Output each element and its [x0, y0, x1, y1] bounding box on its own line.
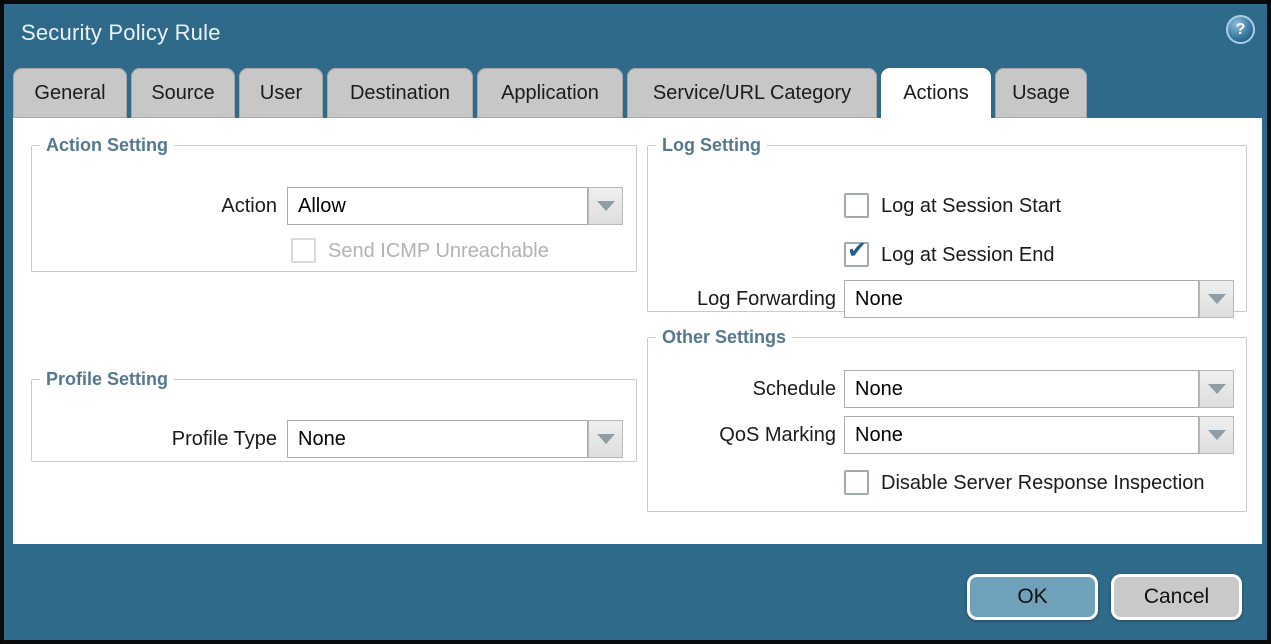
other-settings-legend: Other Settings — [656, 328, 792, 346]
schedule-dropdown-button[interactable] — [1199, 370, 1234, 408]
tab-usage[interactable]: Usage — [995, 68, 1087, 118]
tab-source[interactable]: Source — [131, 68, 235, 118]
question-mark-icon: ? — [1236, 21, 1246, 39]
ok-button[interactable]: OK — [967, 574, 1098, 620]
dropdown-arrow-icon — [597, 201, 615, 211]
log-at-session-start-checkbox[interactable] — [844, 193, 869, 218]
cancel-button[interactable]: Cancel — [1111, 574, 1242, 620]
send-icmp-unreachable-label: Send ICMP Unreachable — [328, 238, 549, 264]
log-setting-legend: Log Setting — [656, 136, 767, 154]
tab-user[interactable]: User — [239, 68, 323, 118]
log-forwarding-label: Log Forwarding — [648, 280, 836, 318]
profile-type-dropdown[interactable]: None — [287, 420, 588, 458]
disable-server-response-inspection-checkbox[interactable] — [844, 470, 869, 495]
schedule-label: Schedule — [648, 370, 836, 408]
qos-marking-label: QoS Marking — [648, 416, 836, 454]
profile-setting-legend: Profile Setting — [40, 370, 174, 388]
action-dropdown[interactable]: Allow — [287, 187, 588, 225]
help-button[interactable]: ? — [1226, 15, 1255, 44]
action-setting-legend: Action Setting — [40, 136, 174, 154]
profile-type-label: Profile Type — [32, 420, 277, 458]
security-policy-rule-dialog: Security Policy Rule ? General Source Us… — [0, 0, 1271, 644]
log-at-session-start-label: Log at Session Start — [881, 193, 1061, 219]
schedule-dropdown[interactable]: None — [844, 370, 1199, 408]
send-icmp-unreachable-checkbox[interactable] — [291, 238, 316, 263]
log-forwarding-dropdown-button[interactable] — [1199, 280, 1234, 318]
dialog-title: Security Policy Rule — [21, 20, 221, 46]
action-label: Action — [32, 187, 277, 225]
log-setting-section: Log Setting Log at Session Start ✔ Log a… — [647, 136, 1247, 312]
tab-destination[interactable]: Destination — [327, 68, 473, 118]
profile-setting-section: Profile Setting Profile Type None — [31, 370, 637, 462]
tab-service-url-category[interactable]: Service/URL Category — [627, 68, 877, 118]
action-setting-section: Action Setting Action Allow Send ICMP Un… — [31, 136, 637, 272]
dropdown-arrow-icon — [597, 434, 615, 444]
log-at-session-end-label: Log at Session End — [881, 242, 1054, 268]
tab-actions[interactable]: Actions — [881, 68, 991, 118]
qos-marking-dropdown[interactable]: None — [844, 416, 1199, 454]
action-dropdown-button[interactable] — [588, 187, 623, 225]
log-forwarding-dropdown[interactable]: None — [844, 280, 1199, 318]
other-settings-section: Other Settings Schedule None QoS Marking… — [647, 328, 1247, 512]
dropdown-arrow-icon — [1208, 384, 1226, 394]
log-at-session-end-checkbox[interactable]: ✔ — [844, 242, 869, 267]
tab-bar: General Source User Destination Applicat… — [13, 68, 1087, 118]
dropdown-arrow-icon — [1208, 430, 1226, 440]
actions-tab-panel: Action Setting Action Allow Send ICMP Un… — [13, 118, 1262, 544]
dropdown-arrow-icon — [1208, 294, 1226, 304]
checkmark-icon: ✔ — [847, 238, 867, 262]
tab-general[interactable]: General — [13, 68, 127, 118]
disable-server-response-inspection-label: Disable Server Response Inspection — [881, 470, 1205, 496]
tab-application[interactable]: Application — [477, 68, 623, 118]
qos-marking-dropdown-button[interactable] — [1199, 416, 1234, 454]
profile-type-dropdown-button[interactable] — [588, 420, 623, 458]
